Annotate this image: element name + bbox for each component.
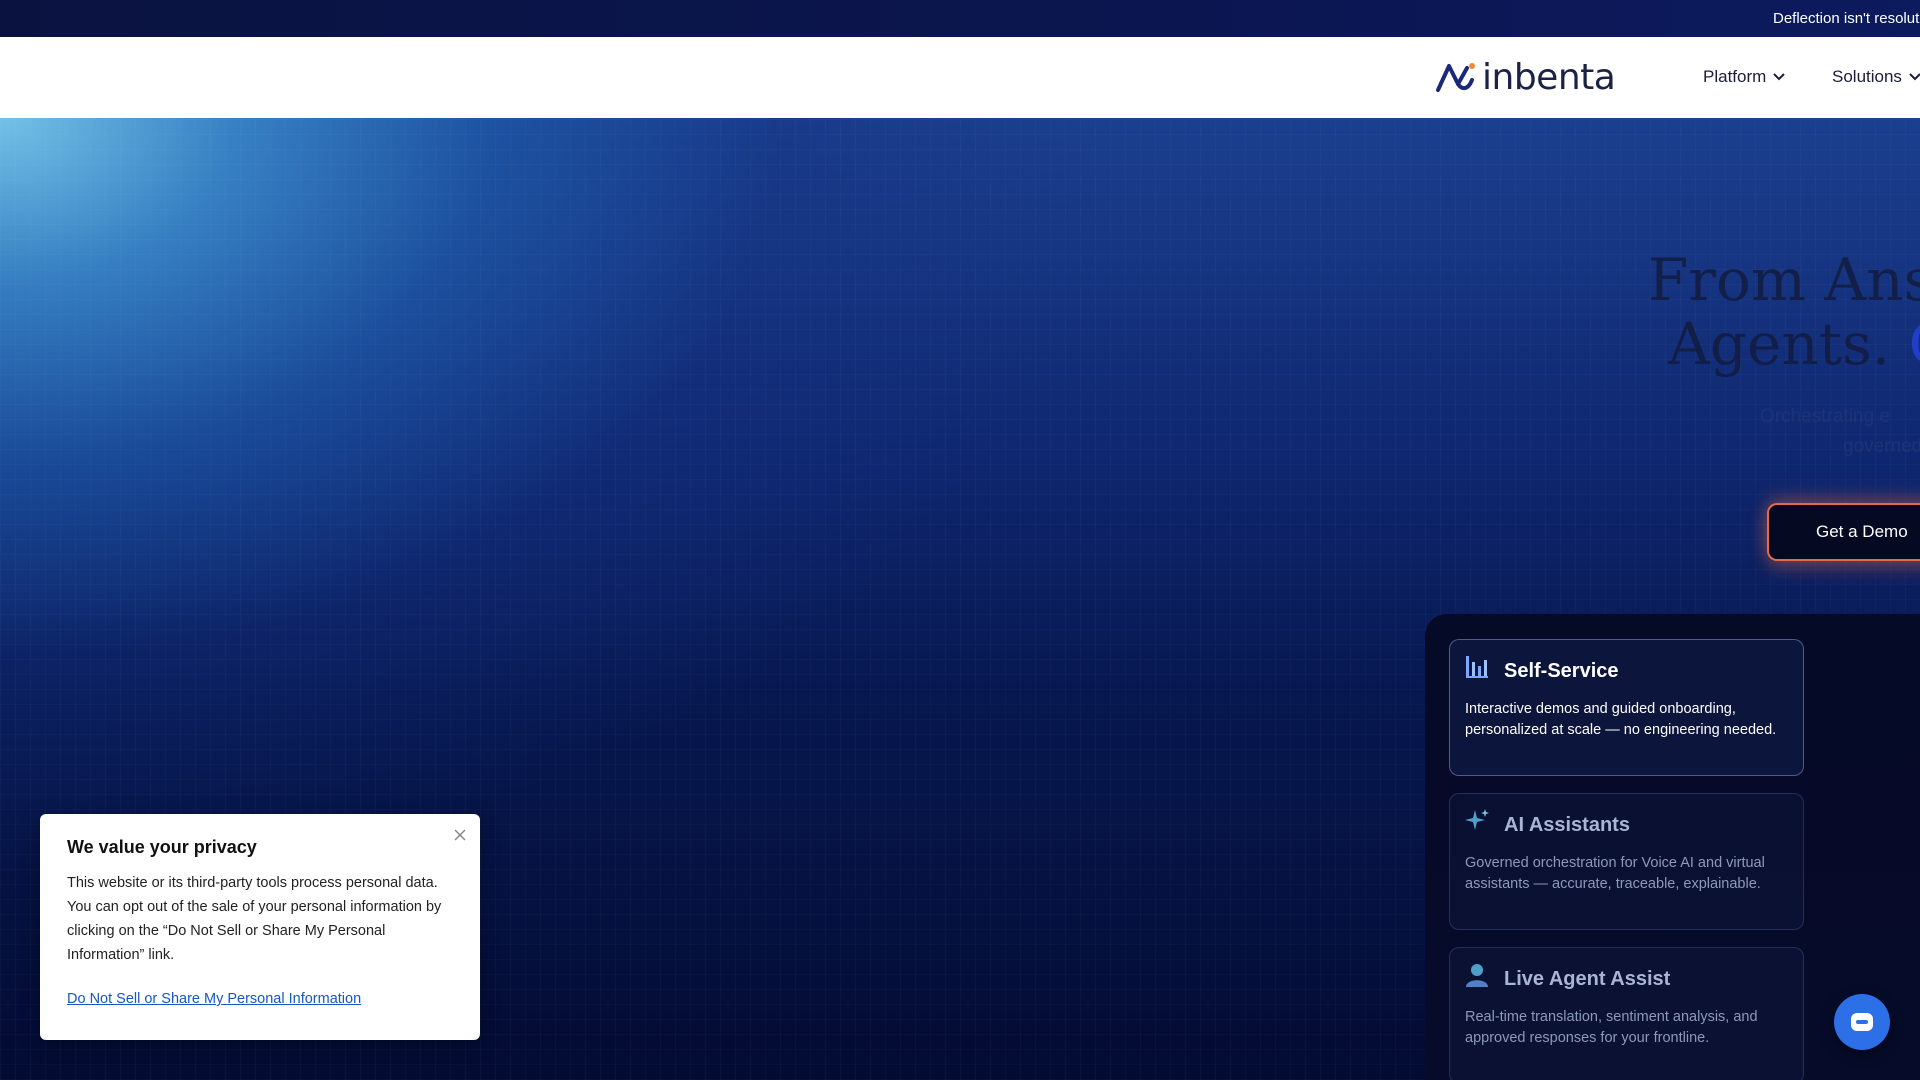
announcement-text[interactable]: Deflection isn't resolut bbox=[1773, 10, 1919, 27]
top-nav: inbenta Platform Solutions bbox=[0, 37, 1920, 118]
nav-solutions-label: Solutions bbox=[1832, 67, 1902, 86]
logo-text: inbenta bbox=[1482, 56, 1616, 98]
card-description: Real-time translation, sentiment analysi… bbox=[1465, 1009, 1758, 1046]
close-icon[interactable] bbox=[453, 828, 467, 842]
sparkle-icon bbox=[1465, 809, 1489, 830]
get-demo-button[interactable]: Get a Demo bbox=[1767, 503, 1920, 561]
hero-headline: From Ansv Agents. Or bbox=[1648, 246, 1920, 376]
privacy-body: This website or its third-party tools pr… bbox=[67, 875, 442, 963]
privacy-title: We value your privacy bbox=[67, 837, 257, 857]
chevron-down-icon bbox=[1773, 73, 1786, 81]
nav-solutions[interactable]: Solutions bbox=[1832, 67, 1920, 87]
feature-card-ai-assistants[interactable]: AI Assistants Governed orchestration for… bbox=[1449, 793, 1804, 930]
card-title: AI Assistants bbox=[1504, 814, 1630, 836]
card-title: Live Agent Assist bbox=[1504, 968, 1671, 990]
bar-chart-icon bbox=[1466, 656, 1488, 678]
logo[interactable]: inbenta bbox=[1434, 56, 1616, 98]
hero-subtext-line-1: Orchestrating e bbox=[1760, 406, 1890, 427]
person-icon bbox=[1466, 964, 1488, 987]
chat-icon bbox=[1851, 1013, 1873, 1031]
card-description: Governed orchestration for Voice AI and … bbox=[1465, 855, 1765, 892]
headline-line-1: From Ansv bbox=[1648, 246, 1920, 314]
feature-card-live-agent-assist[interactable]: Live Agent Assist Real-time translation,… bbox=[1449, 947, 1804, 1080]
inbenta-logo-icon bbox=[1436, 63, 1475, 92]
card-description: Interactive demos and guided onboarding,… bbox=[1465, 701, 1777, 738]
feature-card-self-service[interactable]: Self-Service Interactive demos and guide… bbox=[1449, 639, 1804, 776]
hero-subtext-line-2: governed bbox=[1843, 436, 1920, 457]
privacy-banner: We value your privacy This website or it… bbox=[40, 814, 480, 1040]
nav-platform-label: Platform bbox=[1703, 67, 1767, 86]
headline-accent: Or bbox=[1909, 310, 1920, 378]
do-not-sell-link[interactable]: Do Not Sell or Share My Personal Informa… bbox=[67, 991, 361, 1007]
chat-launcher-button[interactable] bbox=[1834, 994, 1890, 1050]
nav-platform[interactable]: Platform bbox=[1703, 67, 1786, 87]
chevron-down-icon bbox=[1909, 73, 1920, 81]
headline-line-2-start: Agents. bbox=[1668, 310, 1891, 378]
card-title: Self-Service bbox=[1504, 660, 1619, 682]
headline-line-2: Agents. Or bbox=[1668, 312, 1920, 376]
announcement-bar: Deflection isn't resolut bbox=[0, 0, 1920, 37]
